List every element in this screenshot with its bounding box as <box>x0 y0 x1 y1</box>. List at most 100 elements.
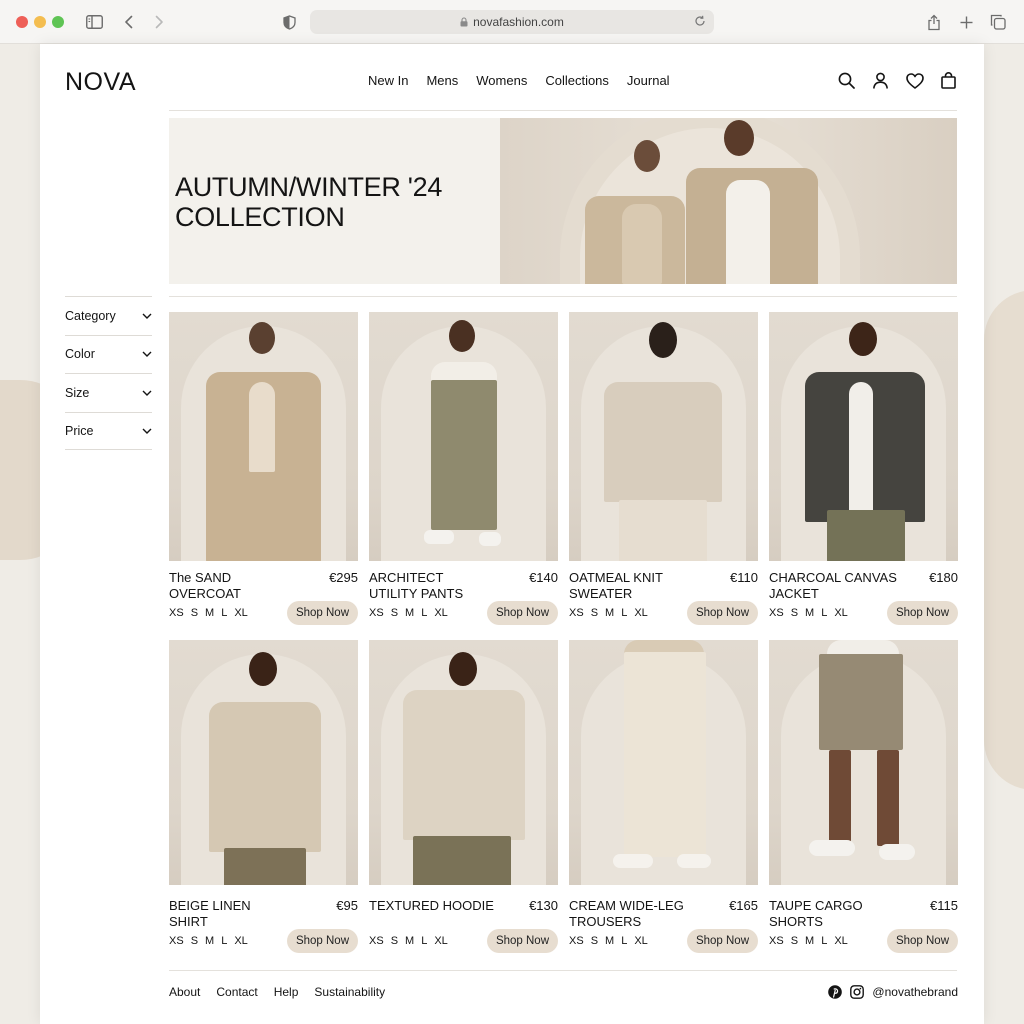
zoom-window-button[interactable] <box>52 16 64 28</box>
product-name[interactable]: TEXTURED HOODIE <box>369 898 499 914</box>
shop-now-button[interactable]: Shop Now <box>486 601 558 625</box>
shop-now-button[interactable]: Shop Now <box>886 929 958 953</box>
size-option[interactable]: M <box>605 607 614 619</box>
tab-overview-icon[interactable] <box>988 12 1008 32</box>
size-option[interactable]: XS <box>169 607 184 619</box>
size-option[interactable]: S <box>591 607 598 619</box>
social-handle[interactable]: @novathebrand <box>872 985 958 999</box>
shop-now-button[interactable]: Shop Now <box>286 601 358 625</box>
product-name[interactable]: OATMEAL KNIT SWEATER <box>569 570 699 601</box>
nav-item-collections[interactable]: Collections <box>545 73 609 88</box>
product-image[interactable] <box>769 640 958 885</box>
product-card[interactable]: ARCHITECT UTILITY PANTS €140 XS S M L XL… <box>369 312 558 625</box>
size-option[interactable]: XL <box>234 607 247 619</box>
nav-item-new-in[interactable]: New In <box>368 73 408 88</box>
product-card[interactable]: The SAND OVERCOAT €295 XS S M L XL Shop … <box>169 312 358 625</box>
size-option[interactable]: XL <box>834 607 847 619</box>
size-option[interactable]: XL <box>434 935 447 947</box>
pinterest-icon[interactable] <box>828 985 843 999</box>
shopping-bag-icon[interactable] <box>939 71 958 90</box>
shop-now-button[interactable]: Shop Now <box>886 601 958 625</box>
filter-category[interactable]: Category <box>65 296 152 335</box>
shop-now-button[interactable]: Shop Now <box>686 929 758 953</box>
size-option[interactable]: XL <box>834 935 847 947</box>
privacy-shield-icon[interactable] <box>279 12 299 32</box>
size-option[interactable]: S <box>391 935 398 947</box>
size-option[interactable]: XS <box>369 607 384 619</box>
size-option[interactable]: M <box>805 935 814 947</box>
size-option[interactable]: XL <box>634 935 647 947</box>
size-option[interactable]: XS <box>169 935 184 947</box>
size-option[interactable]: M <box>805 607 814 619</box>
footer-link-help[interactable]: Help <box>274 985 299 999</box>
minimize-window-button[interactable] <box>34 16 46 28</box>
product-image[interactable] <box>769 312 958 561</box>
size-option[interactable]: M <box>405 607 414 619</box>
forward-icon[interactable] <box>149 12 169 32</box>
product-card[interactable]: TAUPE CARGO SHORTS €115 XS S M L XL Shop… <box>769 640 958 953</box>
back-icon[interactable] <box>119 12 139 32</box>
nav-item-journal[interactable]: Journal <box>627 73 670 88</box>
product-image[interactable] <box>169 640 358 885</box>
product-name[interactable]: TAUPE CARGO SHORTS <box>769 898 899 929</box>
filter-size[interactable]: Size <box>65 373 152 412</box>
product-image[interactable] <box>569 640 758 885</box>
size-option[interactable]: L <box>421 935 427 947</box>
footer-link-about[interactable]: About <box>169 985 200 999</box>
size-option[interactable]: XL <box>234 935 247 947</box>
product-card[interactable]: BEIGE LINEN SHIRT €95 XS S M L XL Shop N… <box>169 640 358 953</box>
size-option[interactable]: L <box>621 935 627 947</box>
size-option[interactable]: S <box>591 935 598 947</box>
product-name[interactable]: CREAM WIDE-LEG TROUSERS <box>569 898 699 929</box>
product-image[interactable] <box>369 312 558 561</box>
size-option[interactable]: M <box>205 607 214 619</box>
size-option[interactable]: XS <box>369 935 384 947</box>
sidebar-toggle-icon[interactable] <box>84 12 104 32</box>
size-option[interactable]: L <box>221 607 227 619</box>
product-card[interactable]: CREAM WIDE-LEG TROUSERS €165 XS S M L XL… <box>569 640 758 953</box>
product-name[interactable]: The SAND OVERCOAT <box>169 570 299 601</box>
hero-banner[interactable]: AUTUMN/WINTER '24 COLLECTION <box>169 118 957 284</box>
size-option[interactable]: XS <box>769 935 784 947</box>
new-tab-icon[interactable] <box>956 12 976 32</box>
product-image[interactable] <box>169 312 358 561</box>
size-option[interactable]: S <box>791 935 798 947</box>
instagram-icon[interactable] <box>850 985 865 999</box>
product-name[interactable]: ARCHITECT UTILITY PANTS <box>369 570 499 601</box>
shop-now-button[interactable]: Shop Now <box>686 601 758 625</box>
brand-logo[interactable]: NOVA <box>65 68 136 97</box>
size-option[interactable]: M <box>405 935 414 947</box>
share-icon[interactable] <box>924 12 944 32</box>
footer-link-contact[interactable]: Contact <box>216 985 257 999</box>
size-option[interactable]: S <box>391 607 398 619</box>
size-option[interactable]: XS <box>769 607 784 619</box>
nav-item-womens[interactable]: Womens <box>476 73 527 88</box>
filter-color[interactable]: Color <box>65 334 152 374</box>
product-name[interactable]: BEIGE LINEN SHIRT <box>169 898 299 929</box>
size-option[interactable]: XS <box>569 935 584 947</box>
product-card[interactable]: OATMEAL KNIT SWEATER €110 XS S M L XL Sh… <box>569 312 758 625</box>
product-card[interactable]: TEXTURED HOODIE €130 XS S M L XL Shop No… <box>369 640 558 953</box>
size-option[interactable]: L <box>221 935 227 947</box>
product-image[interactable] <box>369 640 558 885</box>
size-option[interactable]: L <box>821 935 827 947</box>
wishlist-heart-icon[interactable] <box>905 71 924 90</box>
size-option[interactable]: S <box>191 607 198 619</box>
close-window-button[interactable] <box>16 16 28 28</box>
search-icon[interactable] <box>837 71 856 90</box>
size-option[interactable]: L <box>821 607 827 619</box>
filter-price[interactable]: Price <box>65 411 152 450</box>
product-name[interactable]: CHARCOAL CANVAS JACKET <box>769 570 899 601</box>
product-image[interactable] <box>569 312 758 561</box>
size-option[interactable]: XS <box>569 607 584 619</box>
size-option[interactable]: L <box>621 607 627 619</box>
shop-now-button[interactable]: Shop Now <box>286 929 358 953</box>
address-bar[interactable]: novafashion.com <box>310 10 714 34</box>
size-option[interactable]: S <box>191 935 198 947</box>
footer-link-sustainability[interactable]: Sustainability <box>314 985 385 999</box>
size-option[interactable]: M <box>605 935 614 947</box>
size-option[interactable]: L <box>421 607 427 619</box>
size-option[interactable]: XL <box>434 607 447 619</box>
size-option[interactable]: M <box>205 935 214 947</box>
reload-icon[interactable] <box>694 15 706 27</box>
